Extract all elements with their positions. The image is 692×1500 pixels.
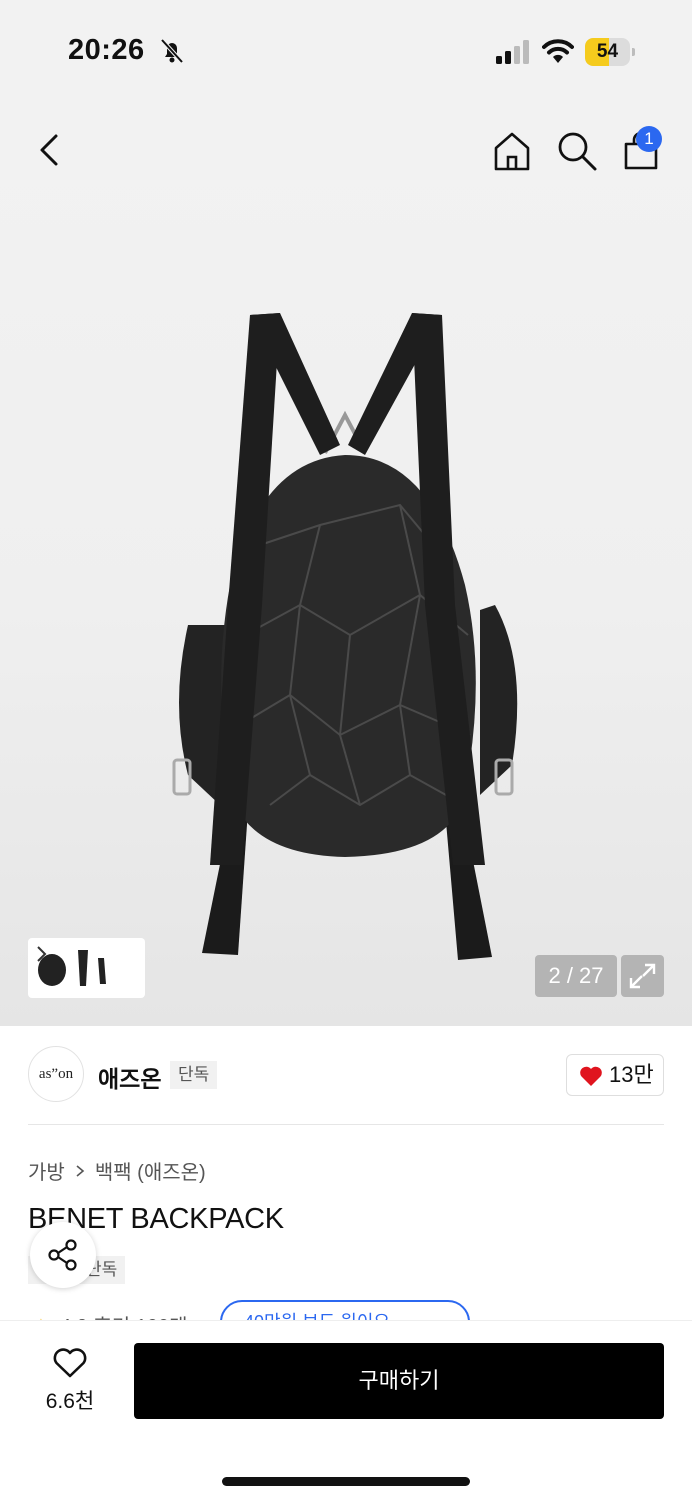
brand-like-button[interactable]: 13만	[566, 1054, 664, 1096]
coupon-button[interactable]: 40만원 보도 원이요	[220, 1300, 470, 1320]
battery-level: 54	[596, 41, 619, 62]
chevron-right-icon	[37, 946, 47, 962]
bell-slash-icon	[160, 38, 184, 64]
bottom-action-bar: 6.6천 구매하기	[0, 1320, 692, 1500]
search-icon[interactable]	[556, 130, 598, 172]
divider	[28, 1124, 664, 1125]
status-bar: 20:26 54	[0, 0, 692, 100]
chevron-right-icon	[76, 1164, 85, 1177]
breadcrumb-item-backpack[interactable]: 백팩 (애즈온)	[95, 1156, 206, 1185]
status-time: 20:26	[68, 34, 145, 66]
thumbnail-strip[interactable]	[28, 938, 145, 998]
heart-outline-icon[interactable]	[52, 1347, 88, 1379]
brand-name[interactable]: 애즈온	[98, 1060, 161, 1094]
cellular-signal-icon	[496, 40, 529, 64]
battery-body: 54	[585, 38, 630, 66]
product-gallery[interactable]: 1 2 / 27	[0, 100, 692, 1026]
brand-row: as”on 애즈온 단독 13만	[0, 1026, 692, 1126]
share-button[interactable]	[30, 1222, 96, 1288]
heart-filled-icon	[580, 1066, 602, 1086]
battery-nub	[632, 48, 635, 56]
buy-button[interactable]: 구매하기	[134, 1343, 664, 1419]
backpack-product-image[interactable]	[150, 305, 540, 965]
breadcrumb: 가방 백팩 (애즈온)	[28, 1156, 206, 1185]
expand-icon	[629, 963, 656, 989]
breadcrumb-item-bag[interactable]: 가방	[28, 1156, 65, 1185]
share-icon	[48, 1239, 77, 1271]
expand-button[interactable]	[621, 955, 664, 997]
cart-badge: 1	[636, 126, 662, 152]
home-indicator	[222, 1477, 470, 1486]
brand-like-count: 13만	[609, 1062, 654, 1087]
rating-row[interactable]: ★ 4.9 후기 100개 40만원 보도 원이요	[28, 1300, 488, 1320]
battery-indicator: 54	[585, 38, 635, 66]
home-icon[interactable]	[490, 130, 534, 172]
exclusive-tag: 단독	[170, 1061, 218, 1089]
brand-logo[interactable]: as”on	[28, 1046, 84, 1102]
wifi-icon	[542, 39, 574, 63]
rating-text: 4.9 후기 100개	[60, 1310, 188, 1320]
wish-count: 6.6천	[45, 1390, 95, 1413]
chevron-left-icon[interactable]	[30, 130, 70, 170]
image-page-counter: 2 / 27	[535, 955, 617, 997]
